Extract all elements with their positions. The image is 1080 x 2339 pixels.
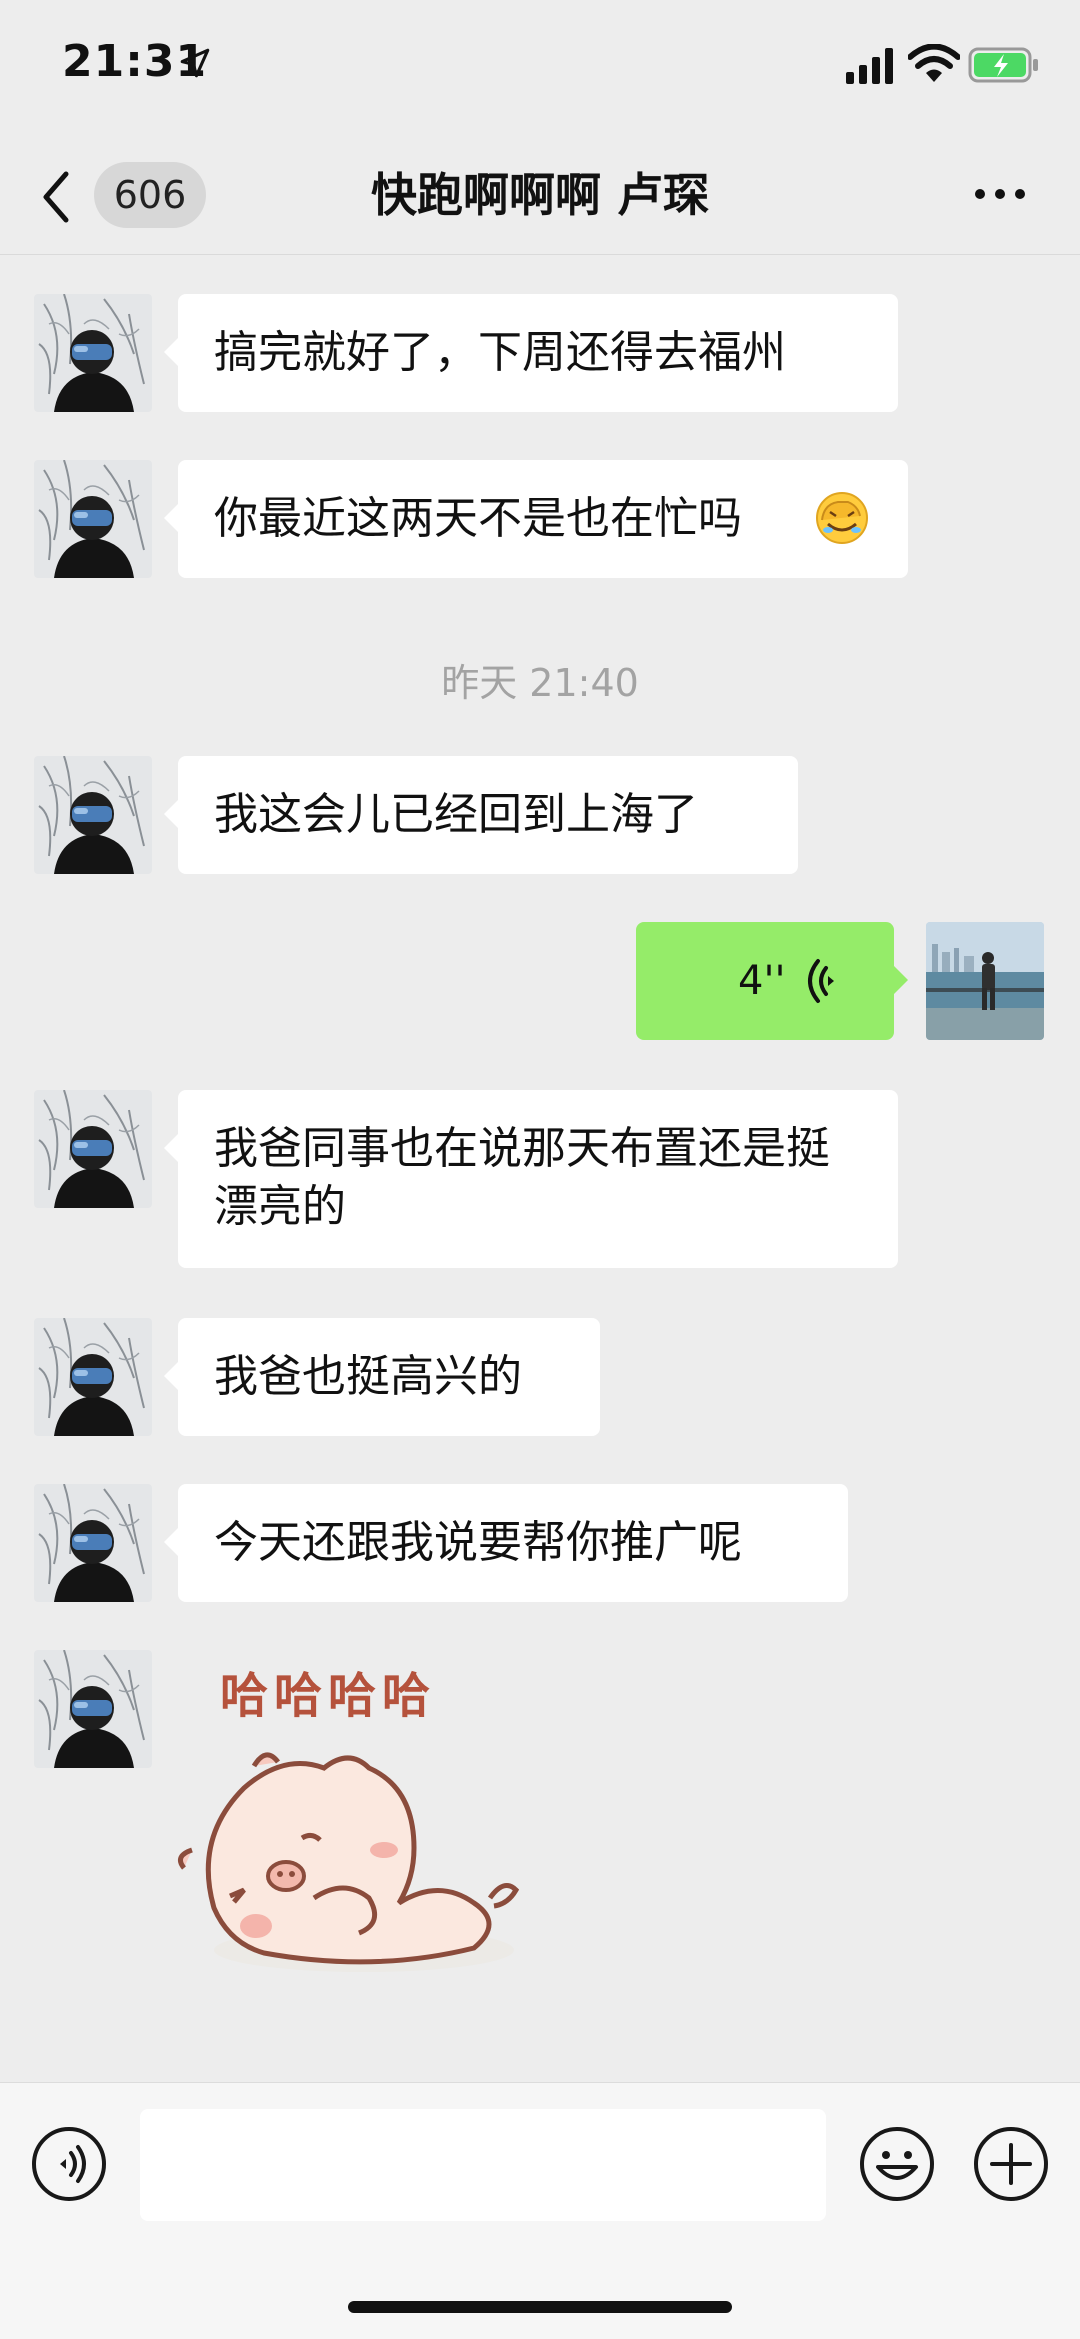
voice-toggle-icon[interactable] <box>30 2125 108 2203</box>
message-bubble[interactable]: 你最近这两天不是也在忙吗 <box>164 460 908 578</box>
voice-duration: 4'' <box>738 958 786 1004</box>
back-chevron-icon[interactable] <box>36 162 76 232</box>
wifi-icon <box>908 44 960 82</box>
avatar[interactable] <box>34 1090 152 1208</box>
emoji-icon[interactable] <box>858 2125 936 2203</box>
voice-message-bubble[interactable]: 4'' <box>636 922 908 1040</box>
pig-sticker <box>177 1752 520 1972</box>
message-text: 我爸同事也在说那天布置还是挺漂亮的 <box>214 1123 830 1232</box>
facepalm-emoji-icon <box>816 492 868 544</box>
message-input[interactable] <box>140 2109 826 2221</box>
my-avatar[interactable] <box>926 922 1044 1040</box>
message-text: 你最近这两天不是也在忙吗 <box>214 493 742 544</box>
chat-title: 快跑啊啊啊 卢琛 <box>370 168 709 222</box>
message-bubble[interactable]: 我爸同事也在说那天布置还是挺漂亮的 <box>164 1090 898 1268</box>
avatar[interactable] <box>34 756 152 874</box>
plus-icon[interactable] <box>972 2125 1050 2203</box>
sticker-message[interactable]: 哈哈哈哈 <box>174 1648 544 1988</box>
more-icon[interactable] <box>970 174 1030 214</box>
avatar[interactable] <box>34 460 152 578</box>
message-text: 我这会儿已经回到上海了 <box>214 789 698 840</box>
message-bubble[interactable]: 今天还跟我说要帮你推广呢 <box>164 1484 848 1602</box>
status-bar: 21:31 <box>0 0 1080 140</box>
unread-count-badge[interactable]: 606 <box>94 162 206 228</box>
avatar[interactable] <box>34 1484 152 1602</box>
message-text: 搞完就好了，下周还得去福州 <box>214 327 786 378</box>
input-bar <box>0 2082 1080 2339</box>
message-bubble[interactable]: 搞完就好了，下周还得去福州 <box>164 294 898 412</box>
message-timestamp: 昨天 21:40 <box>441 661 639 705</box>
location-arrow-icon <box>180 48 210 78</box>
message-bubble[interactable]: 我爸也挺高兴的 <box>164 1318 600 1436</box>
avatar[interactable] <box>34 1318 152 1436</box>
signal-icon <box>846 48 893 84</box>
message-bubble[interactable]: 我这会儿已经回到上海了 <box>164 756 798 874</box>
message-text: 今天还跟我说要帮你推广呢 <box>214 1517 742 1568</box>
avatar[interactable] <box>34 294 152 412</box>
message-text: 我爸也挺高兴的 <box>214 1351 522 1402</box>
avatar[interactable] <box>34 1650 152 1768</box>
home-indicator[interactable] <box>348 2301 732 2313</box>
voice-wave-icon <box>808 959 834 1003</box>
sticker-caption: 哈哈哈哈 <box>220 1668 437 1724</box>
battery-icon <box>968 47 1038 83</box>
chat-header: 606 快跑啊啊啊 卢琛 <box>0 140 1080 255</box>
